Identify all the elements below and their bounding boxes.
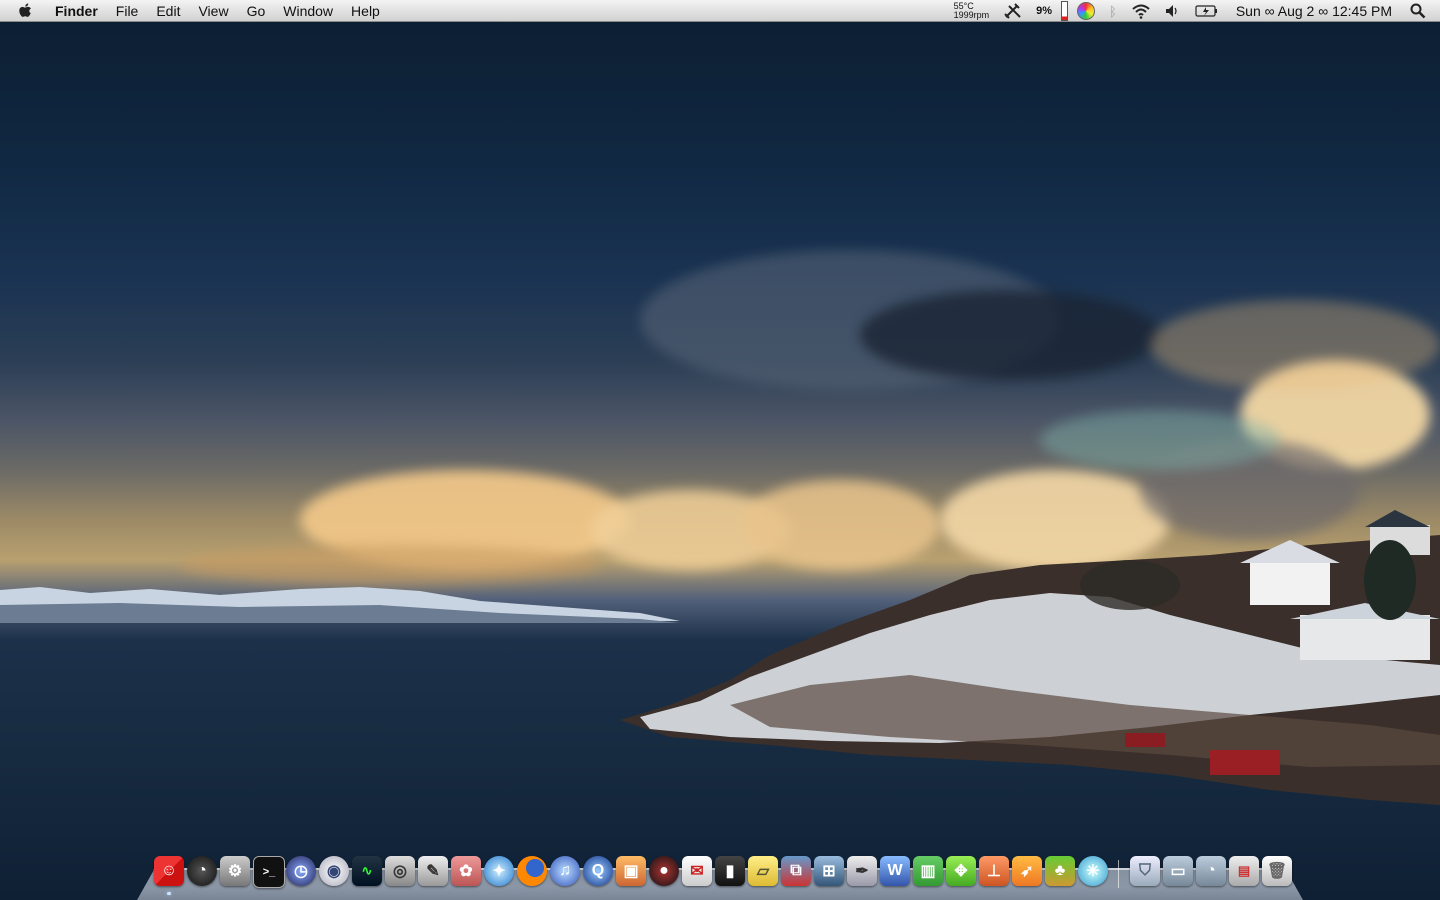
system-preferences-dock-icon[interactable]: ⚙ xyxy=(220,856,250,886)
house xyxy=(1300,615,1430,660)
safari-network-dock-icon[interactable]: ✳ xyxy=(1078,856,1108,886)
menu-go[interactable]: Go xyxy=(238,0,275,22)
snowy-peninsula xyxy=(620,510,1440,805)
numbers-dock-icon[interactable]: ▥ xyxy=(913,856,943,886)
itunes-dock-icon[interactable]: ♫ xyxy=(550,856,580,886)
menu-help[interactable]: Help xyxy=(342,0,389,22)
documents-folder-dock-icon[interactable]: ▭ xyxy=(1163,856,1193,886)
coda-dock-icon[interactable]: ➶ xyxy=(1012,856,1042,886)
dock-separator xyxy=(1118,860,1119,888)
finder-dock-icon[interactable]: ☺ xyxy=(154,856,184,886)
stickies-dock-icon[interactable]: ▱ xyxy=(748,856,778,886)
activity-monitor-dock-icon[interactable]: ∿ xyxy=(352,856,382,886)
safari-dock-icon[interactable]: ✦ xyxy=(484,856,514,886)
keynote-dock-icon[interactable]: ⊥ xyxy=(979,856,1009,886)
color-wheel-icon[interactable] xyxy=(1070,0,1102,22)
menu-bar: Finder File Edit View Go Window Help 55°… xyxy=(0,0,1440,22)
desktop-stack-dock-icon[interactable]: ▤ xyxy=(1229,856,1259,886)
running-indicator xyxy=(167,892,171,895)
wifi-icon[interactable] xyxy=(1124,0,1158,22)
disk-utility-dock-icon[interactable]: ◎ xyxy=(385,856,415,886)
spotlight-icon[interactable] xyxy=(1404,0,1440,22)
fan-speed-label: 1999rpm xyxy=(953,10,990,20)
red-boathouse xyxy=(1125,733,1165,747)
tools-icon[interactable] xyxy=(997,0,1029,22)
cpu-percent-label[interactable]: 9% xyxy=(1029,0,1059,22)
trash-icon[interactable]: 🗑 xyxy=(1262,856,1292,886)
cardreader-dock-icon[interactable]: ▮ xyxy=(715,856,745,886)
cpu-meter-icon[interactable] xyxy=(1059,0,1070,22)
adium-dock-icon[interactable]: ♣ xyxy=(1045,856,1075,886)
menu-window[interactable]: Window xyxy=(274,0,342,22)
battery-icon[interactable] xyxy=(1188,0,1226,22)
time-machine-dock-icon[interactable]: ◷ xyxy=(286,856,316,886)
vmware-dock-icon[interactable]: ⧉ xyxy=(781,856,811,886)
desktop-wallpaper xyxy=(0,0,1440,900)
bamboo-dock-icon[interactable]: ✥ xyxy=(946,856,976,886)
house xyxy=(1250,560,1330,605)
dvd-player-dock-icon[interactable]: ● xyxy=(649,856,679,886)
script-editor-dock-icon[interactable]: ✎ xyxy=(418,856,448,886)
bluetooth-icon[interactable]: ᛒ xyxy=(1102,0,1124,22)
menu-app-finder[interactable]: Finder xyxy=(46,0,107,22)
red-boathouse xyxy=(1210,750,1280,775)
word-dock-icon[interactable]: W xyxy=(880,856,910,886)
terminal-dock-icon[interactable]: >_ xyxy=(253,856,285,888)
airport-utility-dock-icon[interactable]: ◉ xyxy=(319,856,349,886)
downloads-folder-dock-icon[interactable]: ◔ xyxy=(1196,856,1226,886)
quicktime-dock-icon[interactable]: Q xyxy=(583,856,613,886)
wallpaper-cloud xyxy=(1040,410,1280,470)
applications-folder-dock-icon[interactable]: ⛉ xyxy=(1130,856,1160,886)
volume-icon[interactable] xyxy=(1158,0,1188,22)
dashboard-dock-icon[interactable]: ◔ xyxy=(187,856,217,886)
apple-icon[interactable] xyxy=(14,0,38,22)
wallpaper-cloud xyxy=(860,290,1160,380)
photo-app-dock-icon[interactable]: ✿ xyxy=(451,856,481,886)
spaces-dock-icon[interactable]: ⊞ xyxy=(814,856,844,886)
textedit-dock-icon[interactable]: ✉ xyxy=(682,856,712,886)
distant-island xyxy=(0,587,680,623)
iphoto-dock-icon[interactable]: ▣ xyxy=(616,856,646,886)
temperature-fan-readout[interactable]: 55°C 1999rpm xyxy=(946,2,998,20)
menu-file[interactable]: File xyxy=(107,0,148,22)
menu-edit[interactable]: Edit xyxy=(147,0,189,22)
menu-clock[interactable]: Sun ∞ Aug 2 ∞ 12:45 PM xyxy=(1226,0,1404,22)
wallpaper-cloud xyxy=(1150,300,1440,390)
firefox-dock-icon[interactable] xyxy=(517,856,547,886)
menu-view[interactable]: View xyxy=(189,0,237,22)
pencil-app-dock-icon[interactable]: ✒ xyxy=(847,856,877,886)
